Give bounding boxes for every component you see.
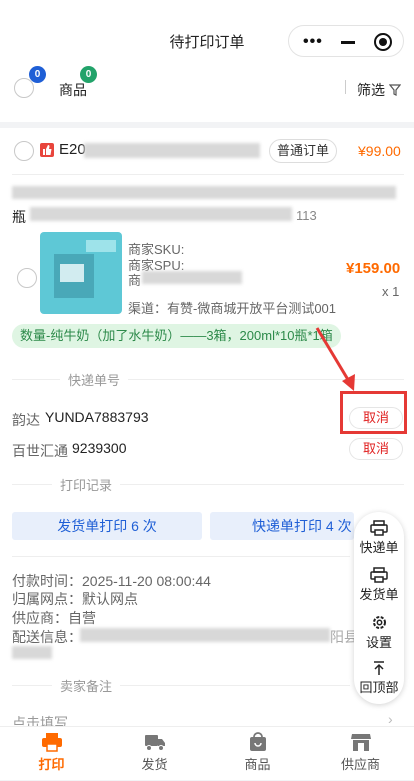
product-image xyxy=(40,232,122,314)
minimize-icon[interactable] xyxy=(341,41,355,44)
order-number[interactable]: E20 xyxy=(59,141,86,158)
gear-icon xyxy=(372,616,386,629)
more-icon[interactable]: ••• xyxy=(303,34,323,50)
truck-icon xyxy=(144,735,165,751)
shopping-bag-icon xyxy=(249,732,266,751)
order-total: ¥99.00 xyxy=(358,143,401,159)
item-price: ¥159.00 xyxy=(346,260,401,277)
store-icon xyxy=(350,734,371,751)
tab-ship[interactable]: 发货 xyxy=(103,727,206,781)
tab-goods[interactable]: 商品 xyxy=(206,727,309,781)
item-third-label: 商 xyxy=(128,273,142,288)
float-back-top-label: 回顶部 xyxy=(359,680,399,695)
express-carrier-2: 百世汇通 xyxy=(12,443,68,459)
item-quantity: x 1 xyxy=(382,284,400,299)
tab-ship-label: 发货 xyxy=(141,757,168,772)
address-mask xyxy=(12,186,396,199)
printer-icon xyxy=(370,567,388,583)
spec-tag: 数量-纯牛奶（加了水牛奶）——3箱，200ml*10瓶*1箱 xyxy=(12,324,341,348)
float-settings-button[interactable]: 设置 xyxy=(354,614,404,651)
ship-print-count[interactable]: 发货单打印 6 次 xyxy=(12,512,202,540)
filter-button[interactable]: 筛选 xyxy=(357,80,402,100)
float-back-top-button[interactable]: 回顶部 xyxy=(354,660,404,696)
delivery-info: 配送信息： xyxy=(12,629,82,645)
order-type-tag: 普通订单 xyxy=(269,139,337,163)
float-express-label: 快递单 xyxy=(359,540,399,555)
filter-divider xyxy=(345,80,346,94)
float-express-button[interactable]: 快递单 xyxy=(354,520,404,556)
divider xyxy=(12,174,404,175)
tab-print[interactable]: 打印 xyxy=(0,727,103,781)
arrow-up-icon xyxy=(374,661,384,675)
address-partial: 瓶 xyxy=(12,209,26,225)
delivery-mask-2 xyxy=(12,646,52,659)
goods-label[interactable]: 商品 xyxy=(59,80,87,100)
printer-icon xyxy=(370,520,388,536)
tab-supplier-label: 供应商 xyxy=(340,757,380,772)
express-print-count[interactable]: 快递单打印 4 次 xyxy=(210,512,354,540)
annotation-box xyxy=(340,391,407,434)
thumb-up-icon xyxy=(40,143,54,157)
cancel-express-button-2[interactable]: 取消 xyxy=(349,438,403,460)
supplier-info: 供应商：自营 xyxy=(12,610,96,626)
outlet-info: 归属网点：默认网点 xyxy=(12,591,138,607)
chevron-right-icon: › xyxy=(388,711,393,727)
floating-menu: 快递单 发货单 设置 回顶部 xyxy=(354,512,404,704)
order-select-radio[interactable] xyxy=(14,141,34,161)
print-record-title: 打印记录 xyxy=(52,475,121,494)
filter-label: 筛选 xyxy=(357,82,385,98)
count-badge-left: 0 xyxy=(29,66,46,83)
select-all-radio[interactable] xyxy=(14,78,34,98)
pay-time: 付款时间：2025-11-20 08:00:44 xyxy=(12,573,211,589)
remark-section-title: 卖家备注 xyxy=(52,676,121,695)
mini-program-capsule: ••• xyxy=(288,25,404,57)
channel-label: 渠道：有赞-微商城开放平台测试001 xyxy=(128,301,337,316)
delivery-mask xyxy=(80,628,330,642)
float-settings-label: 设置 xyxy=(365,635,392,650)
bottom-tab-bar: 打印 发货 商品 供应商 xyxy=(0,726,414,780)
express-carrier-1: 韵达 xyxy=(12,412,40,428)
tab-print-label: 打印 xyxy=(38,757,65,772)
float-ship-button[interactable]: 发货单 xyxy=(354,567,404,603)
order-number-mask xyxy=(84,143,260,158)
address-mask-2 xyxy=(30,207,292,221)
float-ship-label: 发货单 xyxy=(359,587,399,602)
address-suffix: 113 xyxy=(296,208,317,223)
item-mask xyxy=(142,271,242,284)
filter-icon xyxy=(388,84,402,96)
tab-goods-label: 商品 xyxy=(244,757,271,772)
item-select-radio[interactable] xyxy=(17,268,37,288)
annotation-arrow xyxy=(315,327,355,391)
tab-supplier[interactable]: 供应商 xyxy=(309,727,412,781)
express-number-2: 9239300 xyxy=(72,440,127,456)
printer-icon xyxy=(41,733,62,752)
express-section-title: 快递单号 xyxy=(60,370,129,389)
divider xyxy=(12,556,350,557)
express-number-1: YUNDA7883793 xyxy=(45,409,149,425)
close-icon[interactable] xyxy=(374,33,392,51)
page-header: 待打印订单 ••• 0 0 商品 筛选 xyxy=(0,0,414,122)
